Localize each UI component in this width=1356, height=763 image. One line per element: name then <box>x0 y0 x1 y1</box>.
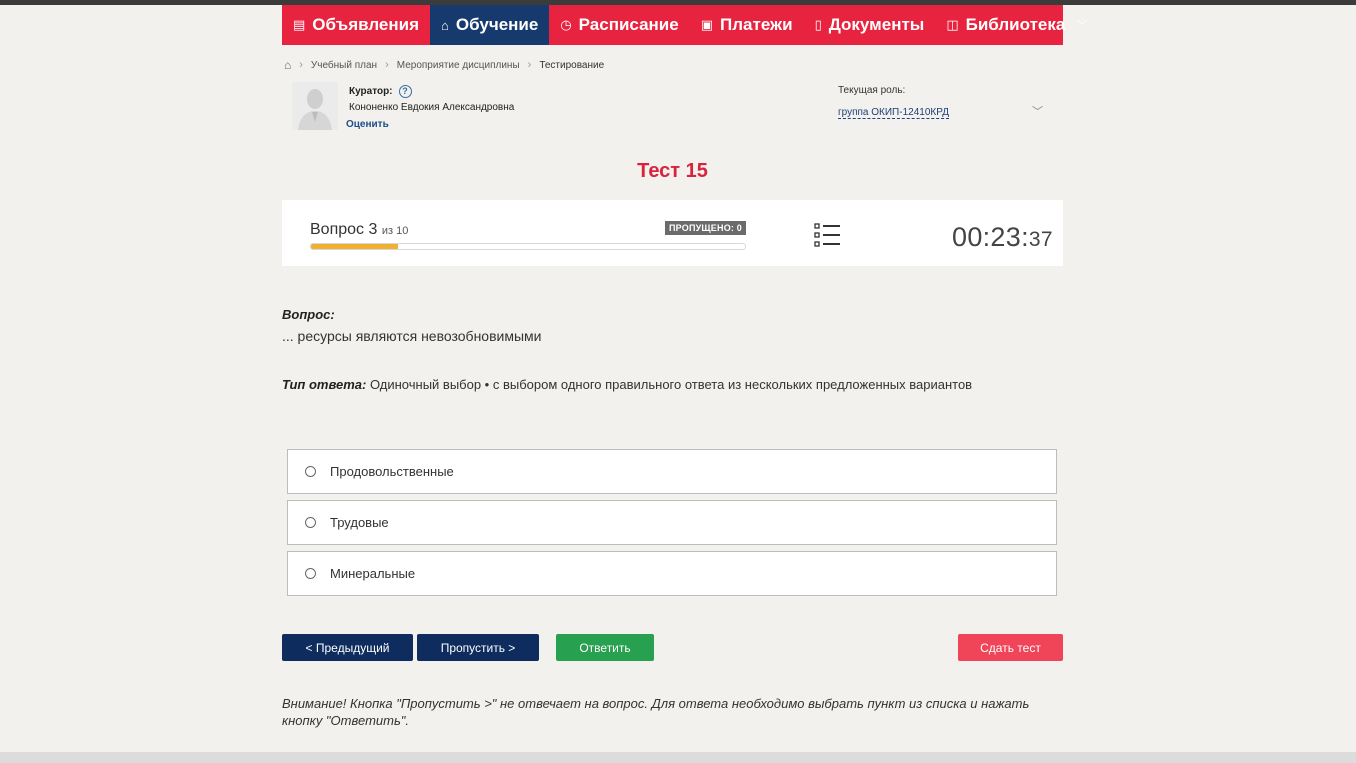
nav-item-label: Платежи <box>720 15 793 34</box>
skip-warning-text: Внимание! Кнопка "Пропустить >" не отвеч… <box>282 696 1030 728</box>
current-role-label: Текущая роль: <box>838 85 906 96</box>
breadcrumb-study-plan[interactable]: Учебный план <box>311 60 377 71</box>
breadcrumb-separator: › <box>299 59 303 71</box>
progress-fill <box>311 244 398 249</box>
question-status-panel: Вопрос 3 из 10 ПРОПУЩЕНО: 0 00:23:37 <box>282 200 1063 266</box>
countdown-timer: 00:23:37 <box>952 222 1053 253</box>
nav-item-schedule[interactable]: ◷ Расписание <box>549 5 689 45</box>
answer-option[interactable]: Минеральные <box>287 551 1057 596</box>
timer-main: 00:23: <box>952 222 1029 252</box>
curator-name: Кононенко Евдокия Александровна <box>349 102 515 113</box>
nav-item-library[interactable]: ◫ Библиотека ﹀ <box>935 5 1098 45</box>
answer-option-label: Трудовые <box>330 515 389 530</box>
breadcrumb-separator: › <box>527 59 532 71</box>
question-label: Вопрос: <box>282 307 335 322</box>
window-bottom-bar <box>0 752 1356 763</box>
newspaper-icon: ▤ <box>293 17 306 32</box>
nav-item-education[interactable]: ⌂ Обучение <box>430 5 550 45</box>
submit-test-button[interactable]: Сдать тест <box>958 634 1063 661</box>
graduation-cap-icon: ⌂ <box>441 17 449 33</box>
question-total: из 10 <box>381 225 409 237</box>
answer-type: Тип ответа: Одиночный выбор • с выбором … <box>282 377 972 392</box>
clock-icon: ◷ <box>560 17 572 32</box>
radio-button[interactable] <box>305 568 316 579</box>
breadcrumb: ⌂ › Учебный план › Мероприятие дисциплин… <box>284 57 604 73</box>
breadcrumb-discipline-event[interactable]: Мероприятие дисциплины <box>397 60 520 71</box>
curator-label-text: Куратор: <box>349 86 393 97</box>
question-help-icon[interactable]: ? <box>398 85 412 98</box>
page-title: Тест 15 <box>637 160 708 182</box>
answer-type-value: Одиночный выбор • с выбором одного прави… <box>366 377 973 392</box>
nav-item-label: Расписание <box>578 15 679 34</box>
question-text: ... ресурсы являются невозобновимыми <box>282 328 542 344</box>
main-nav: ▤ Объявления ⌂ Обучение ◷ Расписание ▣ П… <box>282 5 1087 45</box>
nav-item-documents[interactable]: ▯ Документы <box>804 5 936 45</box>
chevron-down-icon[interactable]: ﹀ <box>1032 103 1043 119</box>
question-number: 3 <box>368 221 378 238</box>
skipped-badge: ПРОПУЩЕНО: 0 <box>665 221 746 235</box>
current-role-select[interactable]: группа ОКИП-12410КРД <box>838 107 949 119</box>
user-silhouette-icon <box>292 82 338 130</box>
money-icon: ▣ <box>700 17 714 32</box>
radio-button[interactable] <box>305 517 316 528</box>
breadcrumb-separator: › <box>385 59 389 71</box>
previous-button[interactable]: < Предыдущий <box>282 634 413 661</box>
book-icon: ◫ <box>946 17 959 32</box>
breadcrumb-testing: Тестирование <box>539 59 605 71</box>
nav-item-announcements[interactable]: ▤ Объявления <box>282 5 430 45</box>
home-icon[interactable]: ⌂ <box>284 58 291 72</box>
question-list-icon[interactable] <box>814 222 842 248</box>
radio-button[interactable] <box>305 466 316 477</box>
progress-bar <box>310 243 746 250</box>
curator-label: Куратор: ? <box>349 85 412 98</box>
document-icon: ▯ <box>814 17 822 32</box>
nav-item-label: Обучение <box>455 15 539 34</box>
answer-option-label: Продовольственные <box>330 464 454 479</box>
nav-item-label: Объявления <box>312 15 420 34</box>
timer-seconds: 37 <box>1028 228 1053 251</box>
avatar <box>292 82 338 130</box>
nav-item-payments[interactable]: ▣ Платежи <box>690 5 804 45</box>
skip-button[interactable]: Пропустить > <box>417 634 539 661</box>
answer-option[interactable]: Трудовые <box>287 500 1057 545</box>
nav-item-label: Документы <box>828 15 925 34</box>
question-word: Вопрос <box>310 221 365 238</box>
answer-option-label: Минеральные <box>330 566 416 581</box>
answer-type-label: Тип ответа: <box>282 377 367 392</box>
answer-button[interactable]: Ответить <box>556 634 654 661</box>
answer-option[interactable]: Продовольственные <box>287 449 1057 494</box>
rate-curator-link[interactable]: Оценить <box>346 119 389 130</box>
chevron-down-icon: ﹀ <box>1076 20 1088 32</box>
question-counter: Вопрос 3 из 10 <box>310 221 408 239</box>
nav-item-label: Библиотека <box>965 15 1066 34</box>
